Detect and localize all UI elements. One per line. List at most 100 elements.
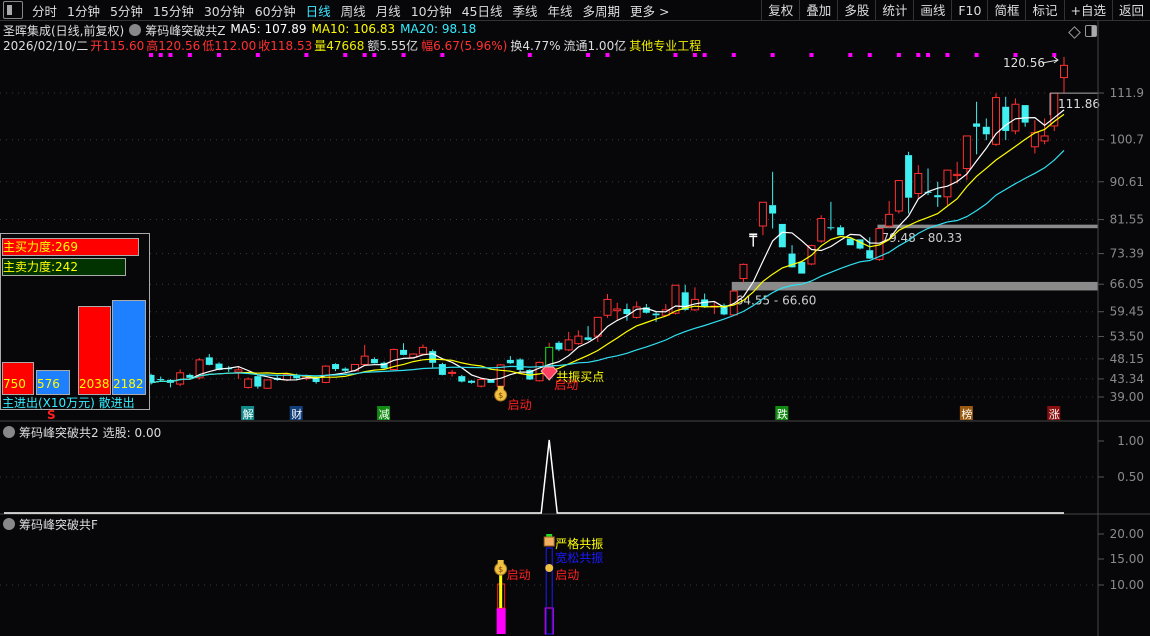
header-line-2: 2026/02/10/二 开115.60 高120.56 低112.00 收11…: [3, 37, 706, 54]
candle: [690, 287, 699, 312]
signal-dot: [926, 53, 931, 57]
prev-close-label: 111.86: [1058, 97, 1100, 111]
event-tag-label: 财: [291, 407, 302, 421]
tab-period[interactable]: 45日线: [457, 1, 508, 20]
candle: [982, 118, 990, 141]
candle-body: [477, 378, 486, 387]
toolbar-button[interactable]: 复权: [761, 0, 799, 21]
event-tag: 涨: [1047, 406, 1061, 421]
high-price: 高120.56: [146, 39, 201, 53]
candle-body: [846, 238, 854, 246]
s-marker: S: [47, 408, 56, 422]
y-tick-label: 81.55: [1110, 213, 1144, 227]
panel-toggle-icon[interactable]: [1085, 25, 1097, 37]
tab-period[interactable]: 60分钟: [250, 1, 301, 20]
candle: [263, 379, 272, 389]
signal-dot: [867, 53, 872, 57]
money-bag-symbol: $: [498, 391, 503, 400]
candle-body: [837, 227, 845, 236]
tab-period[interactable]: 1分钟: [62, 1, 105, 20]
float-shares: 流通1.00亿: [563, 39, 627, 53]
candle: [1060, 56, 1068, 93]
event-tag-label: 跌: [777, 407, 788, 421]
candle: [176, 369, 185, 387]
y-tick-label: 39.00: [1110, 390, 1144, 404]
toolbar-button[interactable]: 简框: [987, 0, 1025, 21]
sidebar-toggle-icon[interactable]: [3, 1, 23, 19]
money-bag-symbol: $: [498, 565, 503, 574]
candle-body: [516, 359, 524, 370]
toolbar-button[interactable]: +自选: [1063, 0, 1112, 21]
candle: [458, 374, 466, 383]
tab-period[interactable]: 多周期: [578, 1, 626, 20]
tab-period[interactable]: 季线: [508, 1, 543, 20]
industry-link[interactable]: 其他专业工程: [629, 37, 701, 54]
candle: [1021, 105, 1029, 127]
candle: [914, 165, 923, 199]
subpanel-2-dropdown-icon[interactable]: [3, 518, 15, 530]
candle-body: [973, 123, 981, 127]
buy-strength-bar: 主买力度:269: [2, 238, 139, 256]
event-tag-label: 榜: [961, 407, 972, 421]
signal-dot: [1052, 53, 1057, 57]
candle: [244, 377, 253, 389]
toolbar-button[interactable]: 叠加: [799, 0, 837, 21]
flow-bar: 576: [36, 369, 70, 395]
candle: [905, 151, 913, 214]
indicator-dropdown-icon[interactable]: [129, 24, 142, 36]
candle-body: [400, 349, 408, 355]
tab-period[interactable]: 15分钟: [148, 1, 199, 20]
chart-canvas[interactable]: 64.55 - 66.6079.48 - 80.33 120.56111.86$…: [0, 0, 1150, 636]
candle: [506, 356, 514, 365]
candle: [468, 379, 476, 384]
tab-period[interactable]: 日线: [301, 1, 336, 20]
candle: [1011, 98, 1020, 135]
candle-body: [186, 374, 194, 378]
candle-body: [934, 195, 942, 198]
event-tag: 榜: [959, 406, 973, 421]
tab-period[interactable]: 周线: [336, 1, 371, 20]
tab-period[interactable]: 10分钟: [406, 1, 457, 20]
candle: [894, 180, 903, 214]
toolbar-button[interactable]: 多股: [837, 0, 875, 21]
tab-period[interactable]: 年线: [543, 1, 578, 20]
toolbar-button[interactable]: 统计: [875, 0, 913, 21]
candle-body: [613, 308, 622, 312]
period-tabs: 分时 1分钟 5分钟 15分钟 30分钟 60分钟 日线 周线 月线 10分钟 45日线 季线 年线 多周…: [27, 1, 675, 20]
event-tag-label: 减: [379, 408, 390, 421]
candle-body: [564, 339, 573, 351]
candle-body: [205, 357, 213, 365]
subpanel-1-dropdown-icon[interactable]: [3, 426, 15, 438]
toolbar-button[interactable]: 返回: [1111, 0, 1150, 21]
toolbar-button[interactable]: F10: [951, 0, 987, 21]
tab-period[interactable]: 更多 >: [625, 1, 674, 20]
candle: [555, 341, 563, 352]
candle-body: [953, 173, 962, 177]
tab-period[interactable]: 月线: [371, 1, 406, 20]
diamond-icon[interactable]: [1068, 26, 1081, 39]
signal-label: 启动: [554, 378, 578, 392]
candle: [798, 261, 806, 274]
candle-body: [1011, 103, 1020, 132]
sell-strength-bar: 主卖力度:242: [2, 258, 126, 276]
candle: [758, 201, 767, 236]
toolbar-button[interactable]: 画线: [913, 0, 951, 21]
candle: [817, 215, 826, 243]
y-tick-label: 48.15: [1110, 352, 1144, 366]
ma-line-ma10: [150, 113, 1065, 384]
candle: [1040, 118, 1049, 145]
main-chart-controls: [1068, 25, 1097, 39]
candle: [332, 363, 340, 372]
tab-period[interactable]: 5分钟: [105, 1, 148, 20]
candle: [739, 263, 748, 283]
tab-period[interactable]: 30分钟: [199, 1, 250, 20]
candle-body: [234, 369, 243, 373]
toolbar-button[interactable]: 标记: [1025, 0, 1063, 21]
candle: [827, 201, 835, 231]
candle-body: [321, 365, 330, 383]
tab-period[interactable]: 分时: [27, 1, 62, 20]
candle: [418, 344, 427, 356]
candle-body: [905, 155, 913, 198]
capital-flow-panel: 主买力度:269 主卖力度:242 750 576 2038 2182 主进出(X10…: [0, 233, 150, 410]
amount: 额5.55亿: [367, 39, 419, 53]
